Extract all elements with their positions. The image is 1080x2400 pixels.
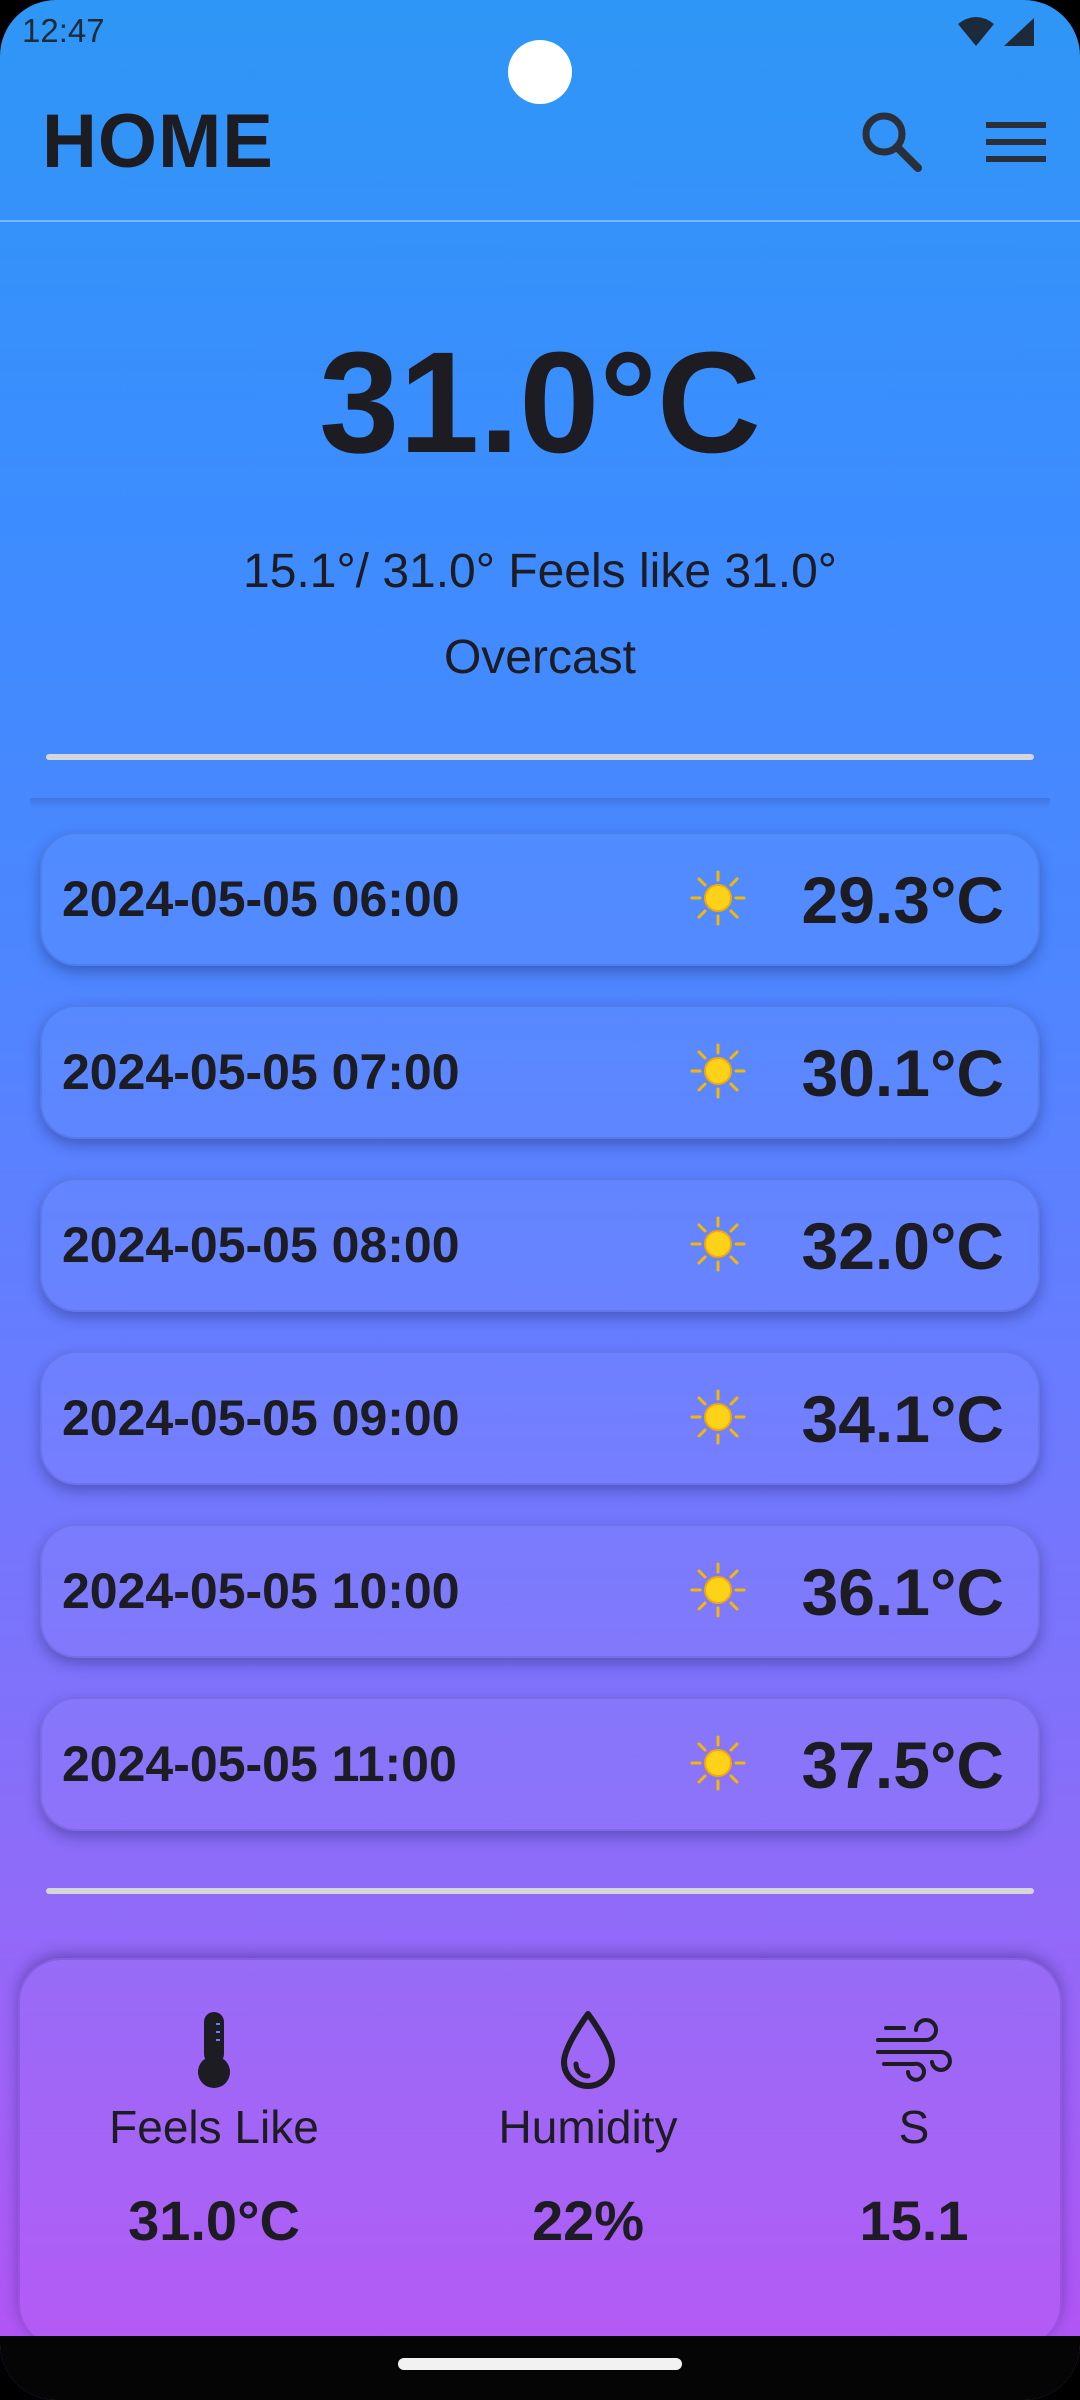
forecast-temperature: 29.3°C [801,863,1004,937]
weather-condition: Overcast [443,631,637,684]
search-button[interactable] [858,108,924,174]
sun-icon [690,870,746,926]
hourly-forecast-item[interactable]: 2024-05-05 07:00 30.1°C [40,1005,1040,1139]
hourly-forecast-item[interactable]: 2024-05-05 09:00 34.1°C [40,1351,1040,1485]
sun-icon [690,1735,746,1791]
hourly-forecast-item[interactable]: 2024-05-05 10:00 36.1°C [40,1524,1040,1658]
divider-top [46,754,1034,760]
humidity-label: Humidity [498,2101,678,2153]
humidity-detail: Humidity 22% [438,2010,738,2253]
wind-detail: S 15.1 [764,2010,1064,2253]
wifi-icon [958,17,994,46]
forecast-time: 2024-05-05 08:00 [62,1217,460,1273]
status-icons [956,14,1036,50]
system-navigation-bar [0,2336,1080,2400]
current-temperature: 31.0°C [319,322,761,483]
wind-icon [876,2018,952,2082]
page-title: HOME [42,99,274,184]
humidity-value: 22% [531,2189,645,2252]
feels-like-detail: Feels Like 31.0°C [64,2010,364,2253]
forecast-time: 2024-05-05 09:00 [62,1390,460,1446]
sun-icon [690,1043,746,1099]
forecast-temperature: 36.1°C [801,1555,1004,1629]
hourly-forecast-item[interactable]: 2024-05-05 08:00 32.0°C [40,1178,1040,1312]
wind-direction-label: S [898,2101,930,2153]
feels-like-label: Feels Like [109,2101,319,2153]
forecast-temperature: 32.0°C [801,1209,1004,1283]
sun-icon [690,1562,746,1618]
status-time: 12:47 [22,12,105,49]
forecast-time: 2024-05-05 07:00 [62,1044,460,1100]
list-top-shadow [30,798,1050,808]
forecast-temperature: 37.5°C [801,1728,1004,1802]
weather-screen: 12:47 HOME 31.0°C 15.1°/ 31.0° Feels lik… [0,0,1080,2400]
menu-button[interactable] [984,118,1048,166]
forecast-temperature: 34.1°C [801,1382,1004,1456]
forecast-time: 2024-05-05 06:00 [62,871,460,927]
forecast-time: 2024-05-05 11:00 [62,1736,457,1792]
water-drop-icon [561,2011,615,2089]
divider-bottom [46,1888,1034,1894]
app-bar: HOME [0,64,1080,222]
forecast-time: 2024-05-05 10:00 [62,1563,460,1619]
signal-icon [1004,18,1034,46]
wind-speed-value: 15.1 [859,2189,969,2252]
hourly-forecast-item[interactable]: 2024-05-05 11:00 37.5°C [40,1697,1040,1831]
hourly-forecast-list: 2024-05-05 06:00 29.3°C 2024-05-05 07:00 [40,832,1040,1870]
home-gesture-handle[interactable] [398,2358,682,2370]
temperature-range-feels-like: 15.1°/ 31.0° Feels like 31.0° [243,545,837,598]
forecast-temperature: 30.1°C [801,1036,1004,1110]
hamburger-menu-icon [986,122,1046,162]
sun-icon [690,1216,746,1272]
thermometer-icon [198,2012,230,2088]
sun-icon [690,1389,746,1445]
feels-like-value: 31.0°C [128,2189,300,2252]
hourly-forecast-item[interactable]: 2024-05-05 06:00 29.3°C [40,832,1040,966]
search-icon [862,112,922,172]
weather-details-panel: Feels Like 31.0°C Humidity 22% S 15.1 [18,1958,1062,2348]
